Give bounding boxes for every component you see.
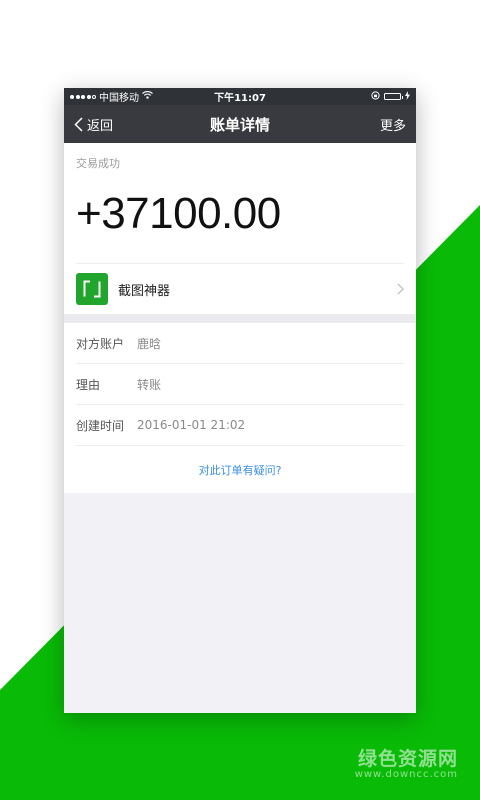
section-divider [64,314,416,323]
detail-row-reason: 理由 转账 [76,364,404,405]
watermark-en: www.downcc.com [354,769,458,780]
back-label: 返回 [87,118,114,134]
transaction-card: 交易成功 +37100.00 截图神器 [64,143,416,314]
merchant-name: 截图神器 [118,283,171,299]
rotation-lock-icon [371,90,380,103]
detail-row-counterparty: 对方账户 鹿晗 [76,323,404,364]
detail-label: 理由 [76,377,101,392]
carrier-label: 中国移动 [99,93,139,104]
page-title: 账单详情 [209,115,270,134]
wifi-icon [142,90,153,102]
more-button[interactable]: 更多 [380,115,406,134]
transaction-amount: +37100.00 [76,189,281,238]
chevron-left-icon [74,116,83,132]
watermark-cn: 绿色资源网 [357,748,458,770]
status-bar: 中国移动 下午11:07 [64,88,416,105]
charging-icon [405,90,410,103]
signal-icon [70,94,96,99]
battery-icon [384,93,403,100]
order-question-link[interactable]: 对此订单有疑问? [76,446,404,493]
detail-value: 鹿晗 [137,336,162,351]
chevron-right-icon [397,280,404,299]
back-button[interactable]: 返回 [74,115,113,134]
phone-screen: 中国移动 下午11:07 返回 账单详情 更多 交易成功 +37100.00 截… [64,88,416,713]
merchant-row[interactable]: 截图神器 [76,263,404,314]
details-section: 对方账户 鹿晗 理由 转账 创建时间 2016-01-01 21:02 对此订单… [64,323,416,493]
detail-label: 对方账户 [76,336,125,351]
detail-label: 创建时间 [76,418,125,433]
screenshot-app-icon [76,273,108,305]
detail-row-created-time: 创建时间 2016-01-01 21:02 [76,405,404,446]
watermark: 绿色资源网 www.downcc.com [355,744,458,780]
detail-value: 2016-01-01 21:02 [137,418,246,432]
nav-bar: 返回 账单详情 更多 [64,105,416,143]
transaction-status: 交易成功 [76,157,120,170]
detail-value: 转账 [137,377,162,392]
